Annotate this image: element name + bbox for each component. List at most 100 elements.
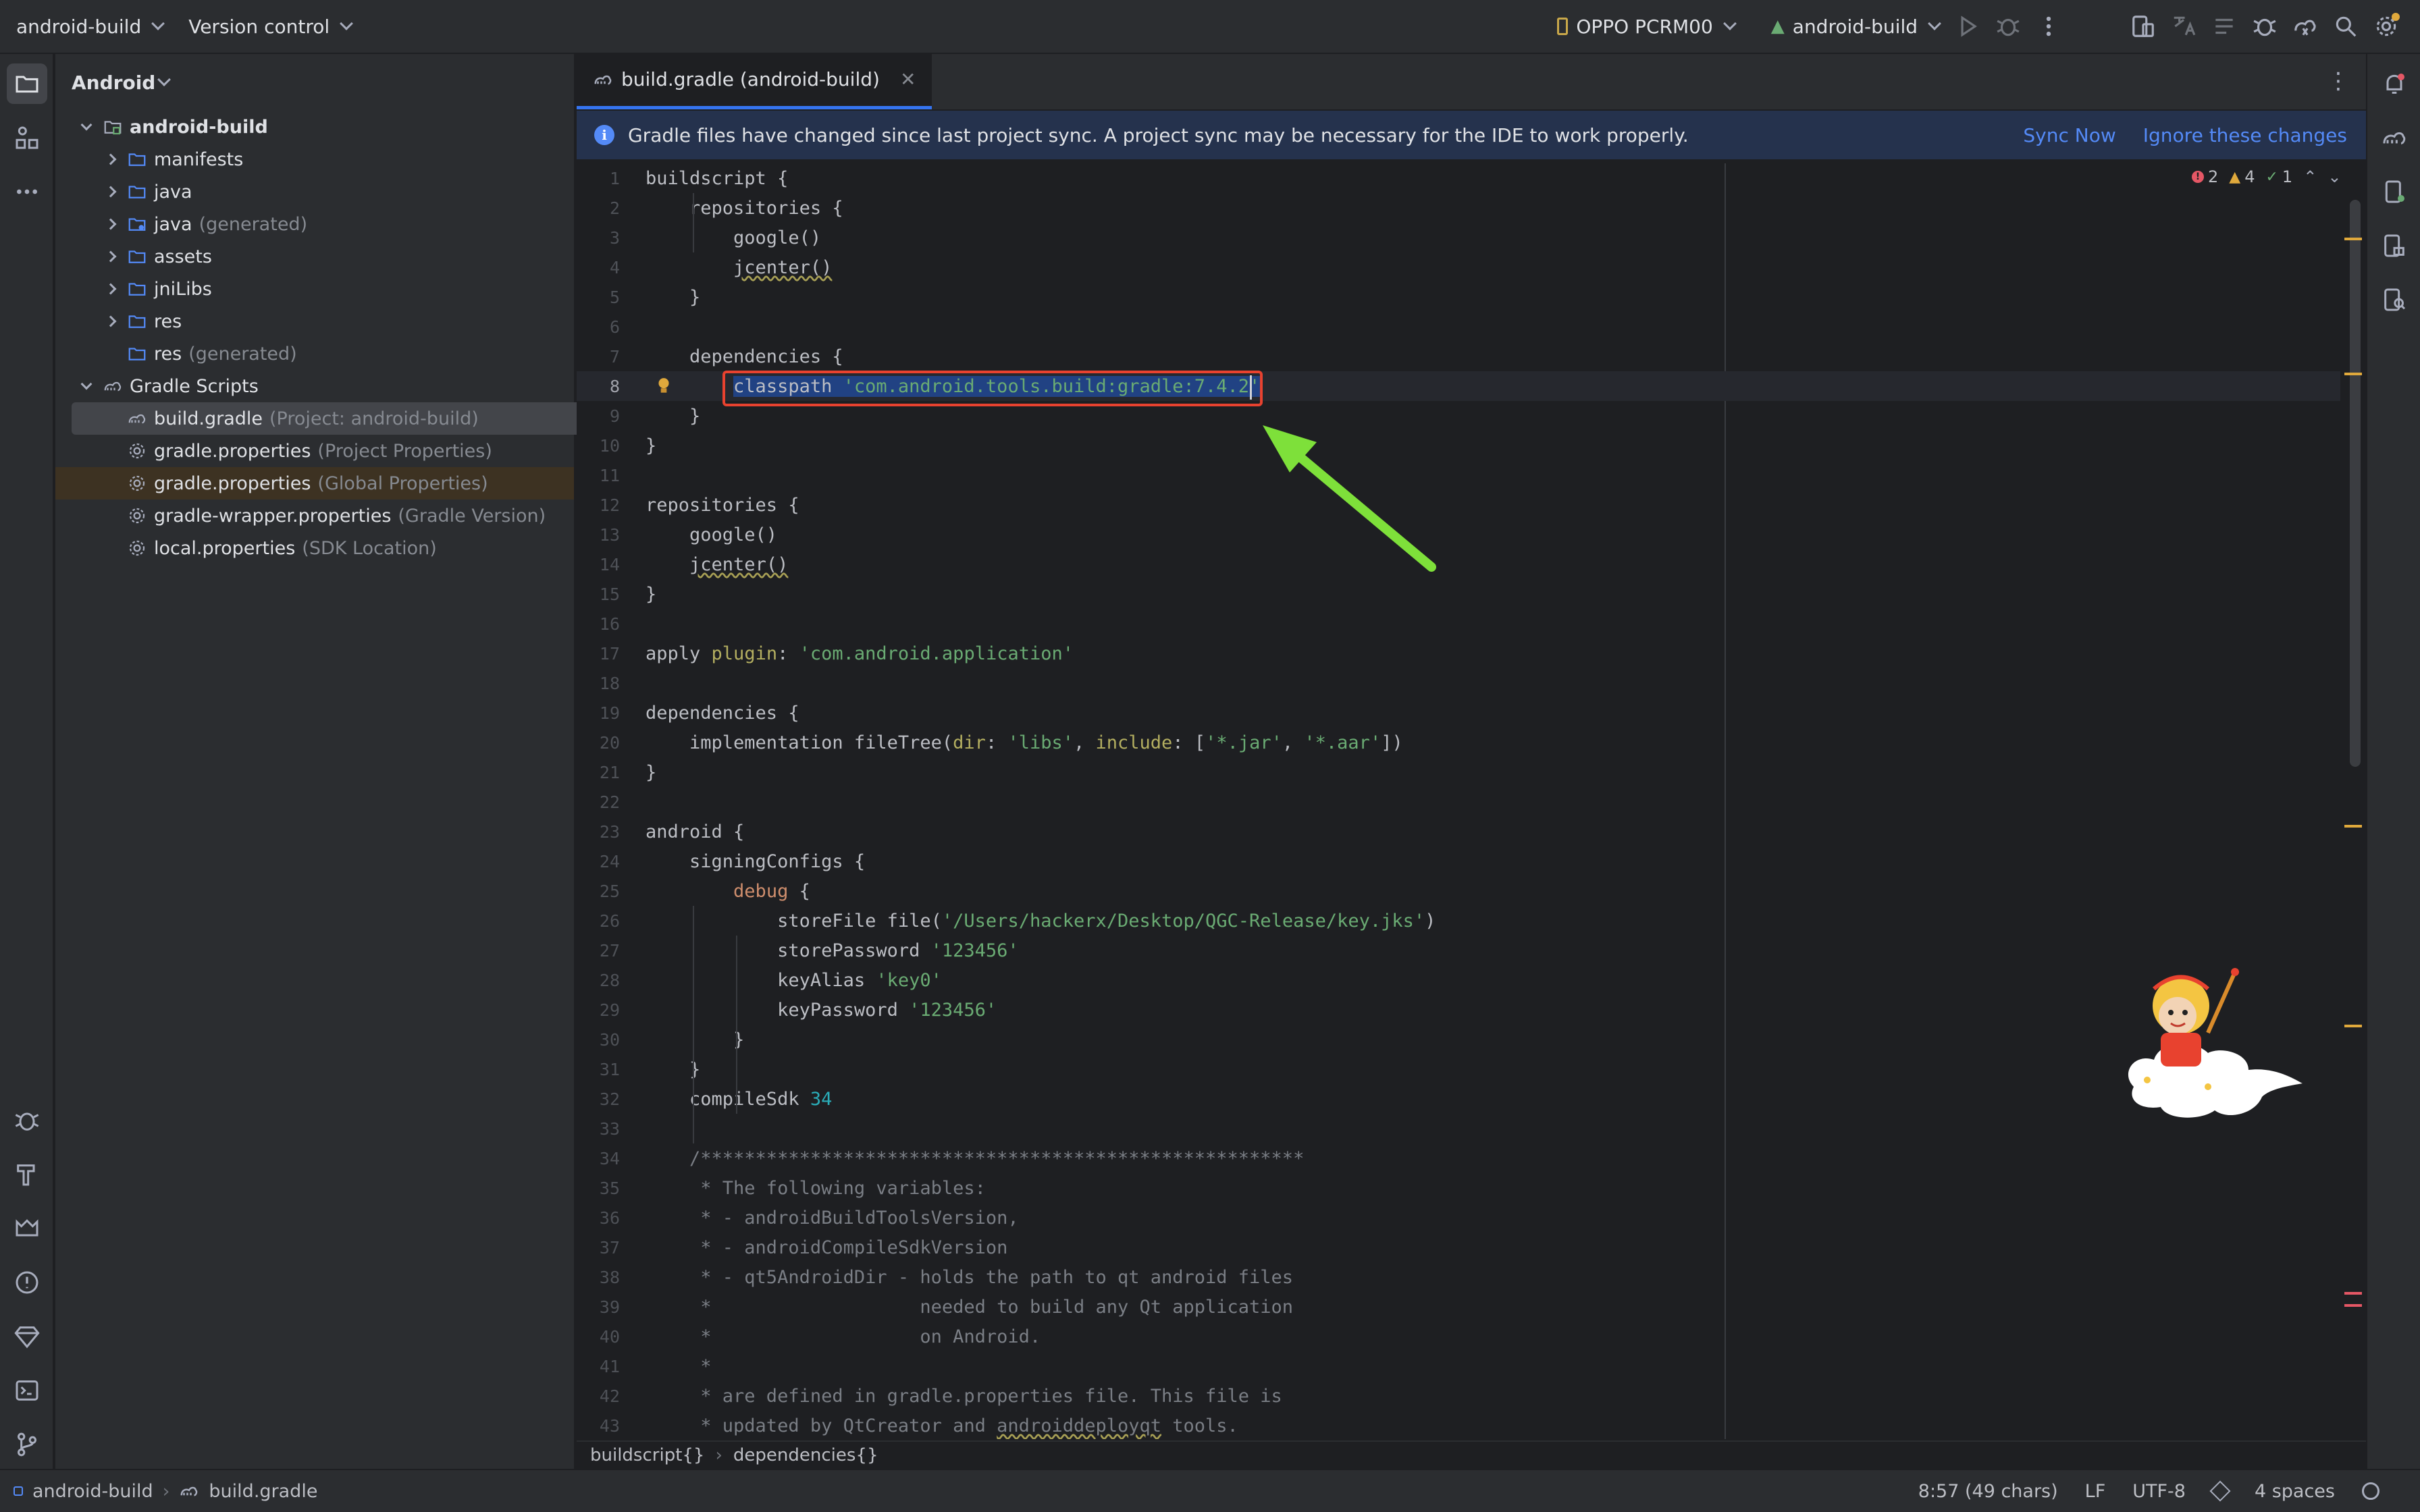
tree-item[interactable]: local.properties (SDK Location): [72, 532, 616, 564]
code-line[interactable]: 26 storeFile file('/Users/hackerx/Deskto…: [577, 906, 2340, 936]
code-line[interactable]: 20 implementation fileTree(dir: 'libs', …: [577, 728, 2340, 757]
more-vertical-icon[interactable]: ⋮: [2327, 68, 2350, 94]
problems-tool-button[interactable]: [7, 1262, 47, 1303]
tree-item[interactable]: assets: [72, 240, 616, 273]
tree-item[interactable]: Gradle Scripts: [72, 370, 616, 402]
code-line[interactable]: 31 }: [577, 1054, 2340, 1084]
more-tools-button[interactable]: [7, 171, 47, 212]
run-button[interactable]: [1947, 6, 1988, 47]
code-line[interactable]: 24 signingConfigs {: [577, 846, 2340, 876]
layout-button[interactable]: [2204, 6, 2244, 47]
code-line[interactable]: 33: [577, 1114, 2340, 1143]
tree-item[interactable]: java (generated): [72, 208, 616, 240]
gradle-tool-button[interactable]: [2374, 117, 2415, 158]
warning-marker[interactable]: [2344, 1025, 2362, 1027]
line-separator[interactable]: LF: [2085, 1481, 2106, 1502]
code-editor[interactable]: 1 buildscript {2 repositories {3 google()…: [577, 163, 2366, 1439]
code-line[interactable]: 35 * The following variables:: [577, 1173, 2340, 1203]
read-only-toggle-icon[interactable]: [2209, 1480, 2231, 1502]
tree-item[interactable]: manifests: [72, 143, 616, 176]
code-line[interactable]: 37 * - androidCompileSdkVersion: [577, 1233, 2340, 1262]
code-line[interactable]: 1 buildscript {: [577, 163, 2340, 193]
tree-item[interactable]: gradle.properties (Project Properties): [72, 435, 616, 467]
memory-indicator-icon[interactable]: [2362, 1482, 2379, 1500]
code-line[interactable]: 3 google(): [577, 223, 2340, 252]
device-manager-button[interactable]: [2123, 6, 2163, 47]
code-line[interactable]: 13 google(): [577, 520, 2340, 549]
tree-item[interactable]: gradle-wrapper.properties (Gradle Version…: [72, 500, 616, 532]
project-switcher[interactable]: android-build: [8, 6, 171, 47]
git-tool-button[interactable]: [7, 1424, 47, 1465]
chevron-right-icon[interactable]: [101, 312, 120, 331]
code-line[interactable]: 36 * - androidBuildToolsVersion,: [577, 1203, 2340, 1233]
settings-button[interactable]: [2366, 6, 2406, 47]
logcat-tool-button[interactable]: [7, 1208, 47, 1249]
breadcrumb-item[interactable]: buildscript{}: [590, 1445, 704, 1465]
device-selector[interactable]: OPPO PCRM00: [1549, 6, 1742, 47]
error-marker[interactable]: [2344, 1304, 2362, 1307]
code-line[interactable]: 32 compileSdk 34: [577, 1084, 2340, 1114]
ignore-changes-link[interactable]: Ignore these changes: [2143, 124, 2347, 146]
warning-marker[interactable]: [2344, 373, 2362, 375]
code-line[interactable]: 11: [577, 460, 2340, 490]
editor-tab[interactable]: build.gradle (android-build) ✕: [577, 53, 932, 109]
tree-item[interactable]: res: [72, 305, 616, 338]
run-config-selector[interactable]: ▲ android-build: [1763, 6, 1947, 47]
gemini-tool-button[interactable]: [7, 1316, 47, 1357]
project-tool-button[interactable]: [7, 63, 47, 104]
code-line[interactable]: 4 jcenter(): [577, 252, 2340, 282]
code-line[interactable]: 18: [577, 668, 2340, 698]
chevron-right-icon[interactable]: [101, 150, 120, 169]
error-marker[interactable]: [2344, 1292, 2362, 1295]
code-line[interactable]: 7 dependencies {: [577, 342, 2340, 371]
search-button[interactable]: [2325, 6, 2366, 47]
terminal-tool-button[interactable]: [7, 1370, 47, 1411]
more-actions-button[interactable]: [2028, 6, 2069, 47]
code-line[interactable]: 42 * are defined in gradle.properties fi…: [577, 1381, 2340, 1411]
chevron-up-icon[interactable]: ⌃: [2303, 167, 2317, 186]
status-path-file[interactable]: build.gradle: [209, 1481, 317, 1502]
tree-item[interactable]: android-build: [72, 111, 616, 143]
status-path-project[interactable]: android-build: [32, 1481, 153, 1502]
indent-setting[interactable]: 4 spaces: [2255, 1481, 2335, 1502]
tree-item[interactable]: java: [72, 176, 616, 208]
chevron-down-icon[interactable]: ⌄: [2327, 167, 2341, 186]
code-line[interactable]: 27 storePassword '123456': [577, 936, 2340, 965]
build-tool-button[interactable]: [7, 1154, 47, 1195]
tree-item[interactable]: res (generated): [72, 338, 616, 370]
code-line[interactable]: 22: [577, 787, 2340, 817]
device-explorer-button[interactable]: [2374, 225, 2415, 266]
sync-now-link[interactable]: Sync Now: [2023, 124, 2115, 146]
chevron-right-icon[interactable]: [101, 215, 120, 234]
code-line[interactable]: 19 dependencies {: [577, 698, 2340, 728]
structure-tool-button[interactable]: [7, 117, 47, 158]
running-devices-button[interactable]: [2374, 171, 2415, 212]
code-line[interactable]: 25 debug {: [577, 876, 2340, 906]
code-line[interactable]: 29 keyPassword '123456': [577, 995, 2340, 1025]
code-line[interactable]: 5 }: [577, 282, 2340, 312]
code-line[interactable]: 38 * - qt5AndroidDir - holds the path to…: [577, 1262, 2340, 1292]
code-line[interactable]: 41 *: [577, 1351, 2340, 1381]
code-line[interactable]: 43 * updated by QtCreator and androiddep…: [577, 1411, 2340, 1439]
code-line[interactable]: 34 /************************************…: [577, 1143, 2340, 1173]
tree-item[interactable]: jniLibs: [72, 273, 616, 305]
chevron-right-icon[interactable]: [101, 182, 120, 201]
attach-debugger-button[interactable]: [2244, 6, 2285, 47]
chevron-right-icon[interactable]: [101, 247, 120, 266]
code-line[interactable]: 23 android {: [577, 817, 2340, 846]
notifications-button[interactable]: [2374, 63, 2415, 104]
code-line[interactable]: 12 repositories {: [577, 490, 2340, 520]
code-line[interactable]: 14 jcenter(): [577, 549, 2340, 579]
file-encoding[interactable]: UTF-8: [2132, 1481, 2186, 1502]
close-icon[interactable]: ✕: [900, 68, 916, 90]
code-line[interactable]: 16: [577, 609, 2340, 639]
warning-marker[interactable]: [2344, 238, 2362, 240]
tree-item[interactable]: build.gradle (Project: android-build): [72, 402, 616, 435]
chevron-down-icon[interactable]: [77, 377, 96, 396]
code-line[interactable]: 10}: [577, 431, 2340, 460]
code-line[interactable]: 40 * on Android.: [577, 1322, 2340, 1351]
code-line[interactable]: 28 keyAlias 'key0': [577, 965, 2340, 995]
debug-button[interactable]: [1988, 6, 2028, 47]
translate-button[interactable]: [2163, 6, 2204, 47]
code-line[interactable]: 6: [577, 312, 2340, 342]
